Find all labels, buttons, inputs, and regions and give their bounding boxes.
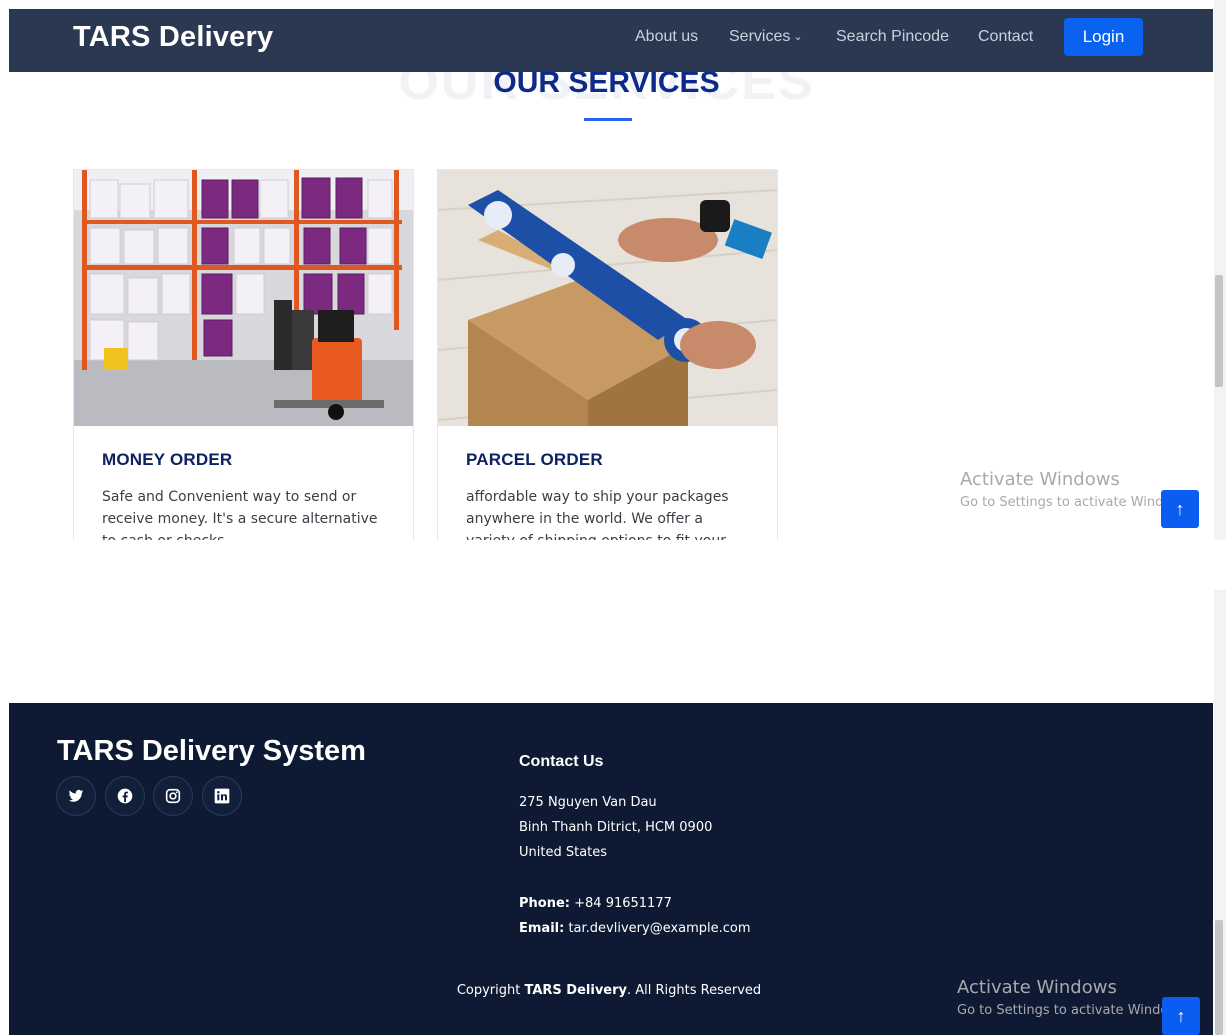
scrollbar-thumb[interactable] [1215, 275, 1223, 387]
scrollbar-thumb[interactable] [1215, 920, 1223, 1035]
nav-search-pincode[interactable]: Search Pincode [836, 28, 949, 46]
brand-logo[interactable]: TARS Delivery [73, 21, 273, 54]
money-order-card[interactable]: MONEY ORDER Safe and Convenient way to s… [73, 169, 414, 540]
copyright-suffix: . All Rights Reserved [627, 983, 762, 998]
card-title: MONEY ORDER [102, 450, 233, 469]
phone-line: Phone: +84 91651177 [519, 896, 672, 911]
linkedin-icon[interactable] [202, 776, 242, 816]
navbar: TARS Delivery About us Services ⌄ Search … [9, 9, 1213, 72]
email-value[interactable]: tar.devlivery@example.com [568, 921, 750, 936]
warehouse-image [74, 170, 413, 426]
email-line: Email: tar.devlivery@example.com [519, 921, 751, 936]
nav-about-us[interactable]: About us [635, 28, 698, 46]
activate-windows-title: Activate Windows [957, 977, 1117, 998]
activate-windows-subtitle: Go to Settings to activate Windows. [957, 1003, 1190, 1018]
chevron-down-icon: ⌄ [793, 31, 803, 43]
address-line: Binh Thanh Ditrict, HCM 0900 [519, 820, 713, 835]
email-label: Email: [519, 921, 565, 936]
facebook-icon[interactable] [105, 776, 145, 816]
copyright-prefix: Copyright [456, 983, 521, 998]
twitter-icon[interactable] [56, 776, 96, 816]
contact-title: Contact Us [519, 753, 604, 770]
parcel-order-card[interactable]: PARCEL ORDER affordable way to ship your… [437, 169, 778, 540]
page: OUR SERVICES OUR SERVICES MONEY ORDER Sa… [0, 0, 1226, 1035]
footer-viewport: TARS Delivery System Contact Us 275 Nguy… [0, 590, 1226, 1035]
parcel-image [438, 170, 777, 426]
nav-contact[interactable]: Contact [978, 28, 1033, 46]
phone-value: +84 91651177 [574, 896, 672, 911]
nav-services[interactable]: Services ⌄ [729, 28, 803, 46]
copyright-brand: TARS Delivery [524, 983, 627, 998]
title-underline [584, 118, 632, 121]
back-to-top-button[interactable]: ↑ [1161, 490, 1199, 528]
back-to-top-button[interactable]: ↑ [1162, 997, 1200, 1035]
card-title: PARCEL ORDER [466, 450, 603, 469]
instagram-icon[interactable] [153, 776, 193, 816]
activate-windows-subtitle: Go to Settings to activate Windows. [960, 495, 1193, 510]
card-description: affordable way to ship your packages any… [466, 489, 729, 540]
scrollbar[interactable] [1214, 0, 1226, 540]
phone-label: Phone: [519, 896, 570, 911]
footer: TARS Delivery System Contact Us 275 Nguy… [9, 703, 1213, 1035]
nav-services-label: Services [729, 28, 791, 45]
footer-brand: TARS Delivery System [57, 735, 366, 767]
services-viewport: OUR SERVICES OUR SERVICES MONEY ORDER Sa… [0, 0, 1226, 540]
login-button[interactable]: Login [1064, 18, 1143, 56]
activate-windows-title: Activate Windows [960, 469, 1120, 490]
address-line: 275 Nguyen Van Dau [519, 795, 657, 810]
address-line: United States [519, 845, 608, 860]
card-description: Safe and Convenient way to send or recei… [102, 489, 378, 540]
